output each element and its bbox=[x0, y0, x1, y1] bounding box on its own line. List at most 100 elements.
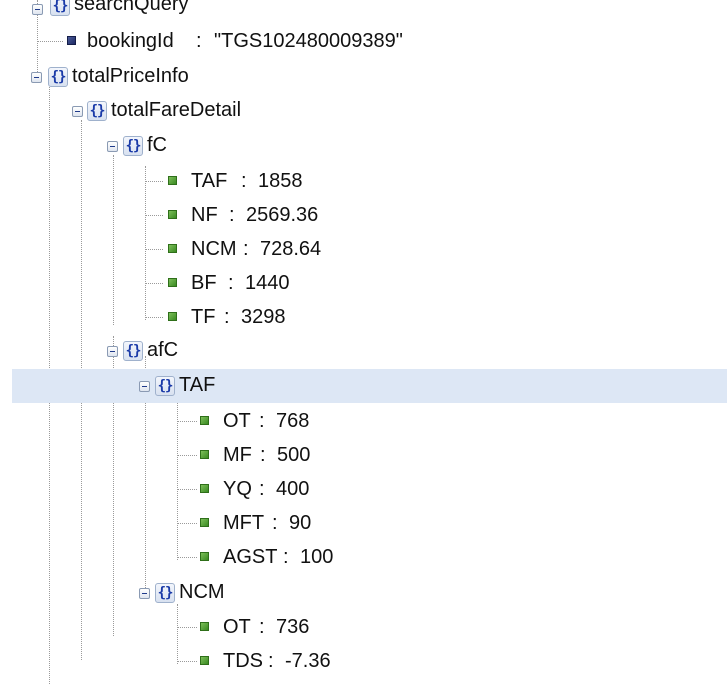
collapse-minus-icon[interactable] bbox=[139, 588, 150, 599]
leaf-separator: : bbox=[241, 170, 247, 192]
leaf-separator: : bbox=[260, 444, 266, 466]
leaf-key: AGST bbox=[223, 546, 278, 568]
braces-icon: {} bbox=[87, 101, 107, 121]
tree-guide-line bbox=[145, 317, 163, 318]
leaf-key: TAF bbox=[191, 170, 228, 192]
leaf-separator: : bbox=[229, 204, 235, 226]
node-label: totalFareDetail bbox=[111, 99, 242, 121]
braces-icon: {} bbox=[50, 0, 70, 16]
tree-guide-line bbox=[177, 421, 197, 422]
collapse-minus-icon[interactable] bbox=[32, 4, 43, 15]
tree-node-searchquery[interactable]: {} searchQuery bbox=[0, 0, 727, 22]
green-square-icon bbox=[200, 484, 209, 493]
green-square-icon bbox=[168, 244, 177, 253]
braces-icon: {} bbox=[155, 583, 175, 603]
tree-leaf[interactable]: OT : 768 bbox=[0, 404, 727, 438]
leaf-key: NF bbox=[191, 204, 218, 226]
tree-leaf[interactable]: YQ : 400 bbox=[0, 472, 727, 506]
leaf-separator: : bbox=[259, 410, 265, 432]
leaf-value: 1440 bbox=[245, 272, 290, 294]
leaf-separator: : bbox=[283, 546, 289, 568]
tree-guide-line bbox=[37, 41, 63, 42]
leaf-key: BF bbox=[191, 272, 217, 294]
node-label: NCM bbox=[179, 581, 225, 603]
tree-node-taf-selected[interactable]: {} TAF bbox=[12, 369, 727, 403]
collapse-minus-icon[interactable] bbox=[72, 106, 83, 117]
tree-leaf[interactable]: TDS : -7.36 bbox=[0, 644, 727, 678]
leaf-value: 90 bbox=[289, 512, 312, 534]
tree-leaf[interactable]: MFT : 90 bbox=[0, 506, 727, 540]
green-square-icon bbox=[168, 312, 177, 321]
tree-node-totalpriceinfo[interactable]: {} totalPriceInfo bbox=[0, 60, 727, 94]
leaf-key: MF bbox=[223, 444, 252, 466]
collapse-minus-icon[interactable] bbox=[139, 381, 150, 392]
leaf-separator: : bbox=[228, 272, 234, 294]
tree-guide-line bbox=[177, 455, 197, 456]
leaf-separator: : bbox=[259, 478, 265, 500]
leaf-key: MFT bbox=[223, 512, 265, 534]
collapse-minus-icon[interactable] bbox=[107, 141, 118, 152]
green-square-icon bbox=[168, 176, 177, 185]
json-tree-view: {} searchQuery bookingId : "TGS102480009… bbox=[0, 0, 727, 688]
leaf-separator: : bbox=[224, 306, 230, 328]
green-square-icon bbox=[200, 552, 209, 561]
tree-leaf[interactable]: AGST : 100 bbox=[0, 540, 727, 574]
tree-leaf[interactable]: TF : 3298 bbox=[0, 300, 727, 334]
leaf-key: bookingId bbox=[87, 30, 174, 52]
leaf-separator: : bbox=[272, 512, 278, 534]
leaf-value: 768 bbox=[276, 410, 310, 432]
tree-guide-line bbox=[177, 661, 197, 662]
tree-node-afc[interactable]: {} afC bbox=[0, 334, 727, 368]
tree-leaf[interactable]: TAF : 1858 bbox=[0, 164, 727, 198]
node-label: searchQuery bbox=[74, 0, 189, 15]
tree-leaf[interactable]: OT : 736 bbox=[0, 610, 727, 644]
leaf-key: OT bbox=[223, 410, 251, 432]
leaf-key: OT bbox=[223, 616, 251, 638]
leaf-value: 736 bbox=[276, 616, 310, 638]
collapse-minus-icon[interactable] bbox=[31, 72, 42, 83]
leaf-separator: : bbox=[243, 238, 249, 260]
braces-icon: {} bbox=[155, 376, 175, 396]
leaf-value: 728.64 bbox=[260, 238, 322, 260]
tree-node-fc[interactable]: {} fC bbox=[0, 130, 727, 164]
leaf-value: -7.36 bbox=[285, 650, 331, 672]
node-label: fC bbox=[147, 134, 167, 156]
braces-icon: {} bbox=[48, 67, 68, 87]
braces-icon: {} bbox=[123, 341, 143, 361]
leaf-key: TDS bbox=[223, 650, 263, 672]
tree-guide-line bbox=[177, 627, 197, 628]
node-label: afC bbox=[147, 339, 179, 361]
tree-leaf[interactable]: BF : 1440 bbox=[0, 266, 727, 300]
leaf-value: 3298 bbox=[241, 306, 286, 328]
tree-node-totalfaredetail[interactable]: {} totalFareDetail bbox=[0, 94, 727, 128]
tree-guide-line bbox=[145, 283, 163, 284]
green-square-icon bbox=[200, 450, 209, 459]
leaf-value: "TGS102480009389" bbox=[214, 30, 403, 52]
leaf-key: NCM bbox=[191, 238, 237, 260]
tree-guide-line bbox=[177, 557, 197, 558]
leaf-separator: : bbox=[259, 616, 265, 638]
tree-guide-line bbox=[177, 489, 197, 490]
tree-leaf[interactable]: MF : 500 bbox=[0, 438, 727, 472]
leaf-value: 500 bbox=[277, 444, 311, 466]
tree-leaf[interactable]: NF : 2569.36 bbox=[0, 198, 727, 232]
node-label: TAF bbox=[179, 374, 216, 396]
green-square-icon bbox=[168, 278, 177, 287]
node-label: totalPriceInfo bbox=[72, 65, 189, 87]
tree-guide-line bbox=[145, 215, 163, 216]
tree-guide-line bbox=[177, 523, 197, 524]
green-square-icon bbox=[200, 416, 209, 425]
tree-leaf-bookingid[interactable]: bookingId : "TGS102480009389" bbox=[0, 24, 727, 58]
tree-node-ncm[interactable]: {} NCM bbox=[0, 576, 727, 610]
green-square-icon bbox=[200, 622, 209, 631]
tree-guide-line bbox=[145, 181, 163, 182]
braces-icon: {} bbox=[123, 136, 143, 156]
leaf-value: 2569.36 bbox=[246, 204, 319, 226]
tree-leaf[interactable]: NCM : 728.64 bbox=[0, 232, 727, 266]
leaf-value: 1858 bbox=[258, 170, 303, 192]
leaf-separator: : bbox=[268, 650, 274, 672]
green-square-icon bbox=[200, 656, 209, 665]
collapse-minus-icon[interactable] bbox=[107, 346, 118, 357]
navy-square-icon bbox=[67, 36, 76, 45]
leaf-key: YQ bbox=[223, 478, 252, 500]
